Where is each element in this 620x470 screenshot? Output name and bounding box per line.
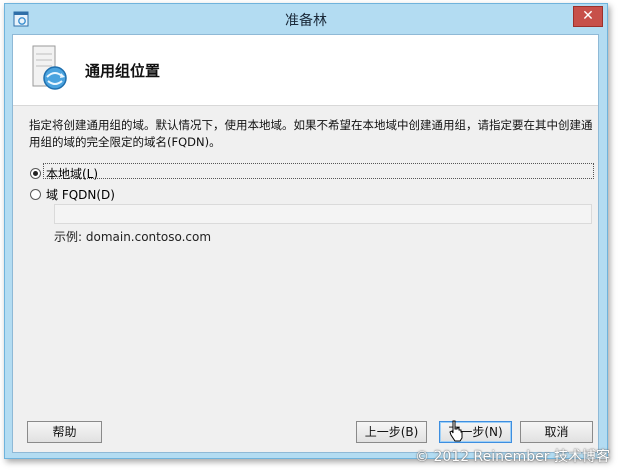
wizard-header: 通用组位置	[13, 35, 598, 106]
example-text: 示例: domain.contoso.com	[54, 230, 212, 244]
mouse-pointer-icon	[449, 420, 463, 442]
focus-rectangle	[43, 163, 594, 179]
cancel-button[interactable]: 取消	[520, 421, 593, 443]
radio-domain-fqdn[interactable]: 域 FQDN(D)	[30, 186, 115, 203]
back-button[interactable]: 上一步(B)	[356, 421, 427, 443]
page-title: 通用组位置	[85, 62, 161, 80]
close-button[interactable]: ✕	[573, 6, 603, 27]
radio-label-domain-fqdn: 域 FQDN(D)	[46, 188, 115, 202]
radio-button-selected[interactable]	[30, 168, 41, 179]
dialog-window: 准备林 ✕ 通用组位置 指定将创建通用组的域。默认情况下，使用本地域。如果不希望…	[4, 3, 608, 459]
wizard-page: 通用组位置 指定将创建通用组的域。默认情况下，使用本地域。如果不希望在本地域中创…	[12, 34, 599, 453]
close-icon: ✕	[582, 8, 594, 24]
radio-label-local-domain: 本地域(L)	[46, 167, 99, 181]
title-bar[interactable]: 准备林 ✕	[5, 4, 607, 34]
fqdn-input[interactable]	[54, 204, 592, 224]
watermark-text: © 2012 Reinember 技术博客	[415, 449, 610, 465]
radio-button-unselected[interactable]	[30, 189, 41, 200]
server-globe-icon	[32, 45, 67, 90]
radio-local-domain[interactable]: 本地域(L)	[30, 165, 98, 182]
description-text: 指定将创建通用组的域。默认情况下，使用本地域。如果不希望在本地域中创建通用组，请…	[29, 118, 593, 149]
help-button[interactable]: 帮助	[27, 421, 102, 443]
window-title: 准备林	[285, 13, 327, 29]
